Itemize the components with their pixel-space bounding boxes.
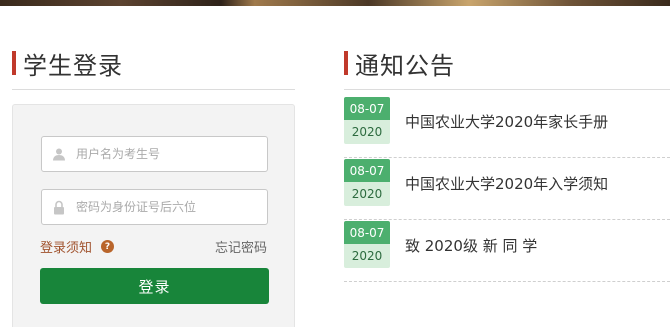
login-notice-label: 登录须知 (40, 241, 93, 256)
notice-item[interactable]: 08-07 2020 中国农业大学2020年入学须知 (344, 158, 670, 220)
login-title-divider (12, 89, 295, 90)
date-badge: 08-07 2020 (344, 221, 390, 268)
date-year: 2020 (344, 120, 390, 144)
password-field[interactable] (41, 189, 268, 225)
notice-item[interactable]: 08-07 2020 致 2020级 新 同 学 (344, 220, 670, 282)
question-icon[interactable]: ? (101, 240, 115, 253)
user-icon (42, 147, 76, 161)
notice-link[interactable]: 中国农业大学2020年入学须知 (405, 173, 608, 194)
username-field[interactable] (41, 136, 268, 172)
notice-link[interactable]: 致 2020级 新 同 学 (405, 235, 537, 256)
date-badge: 08-07 2020 (344, 159, 390, 206)
login-title-text: 学生登录 (23, 51, 123, 80)
title-accent-bar (344, 51, 348, 75)
login-panel: 登录须知 ? 忘记密码 登录 (12, 104, 295, 327)
password-input[interactable] (76, 200, 261, 214)
date-month-day: 08-07 (344, 221, 390, 244)
notice-title-text: 通知公告 (355, 51, 455, 80)
date-year: 2020 (344, 182, 390, 206)
notice-list: 08-07 2020 中国农业大学2020年家长手册 08-07 2020 中国… (344, 96, 670, 282)
notice-title-divider (344, 89, 670, 90)
lock-icon (42, 200, 76, 215)
notice-link[interactable]: 中国农业大学2020年家长手册 (405, 111, 608, 132)
top-banner-image (0, 0, 670, 6)
login-section-title: 学生登录 (12, 48, 123, 80)
date-month-day: 08-07 (344, 159, 390, 182)
forgot-password-link[interactable]: 忘记密码 (215, 237, 267, 256)
notice-section-title: 通知公告 (344, 48, 455, 80)
date-month-day: 08-07 (344, 97, 390, 120)
login-button[interactable]: 登录 (40, 268, 269, 304)
login-notice-link[interactable]: 登录须知 ? (40, 237, 115, 256)
date-year: 2020 (344, 244, 390, 268)
username-input[interactable] (76, 147, 261, 161)
title-accent-bar (12, 51, 16, 75)
notice-item[interactable]: 08-07 2020 中国农业大学2020年家长手册 (344, 96, 670, 158)
date-badge: 08-07 2020 (344, 97, 390, 144)
